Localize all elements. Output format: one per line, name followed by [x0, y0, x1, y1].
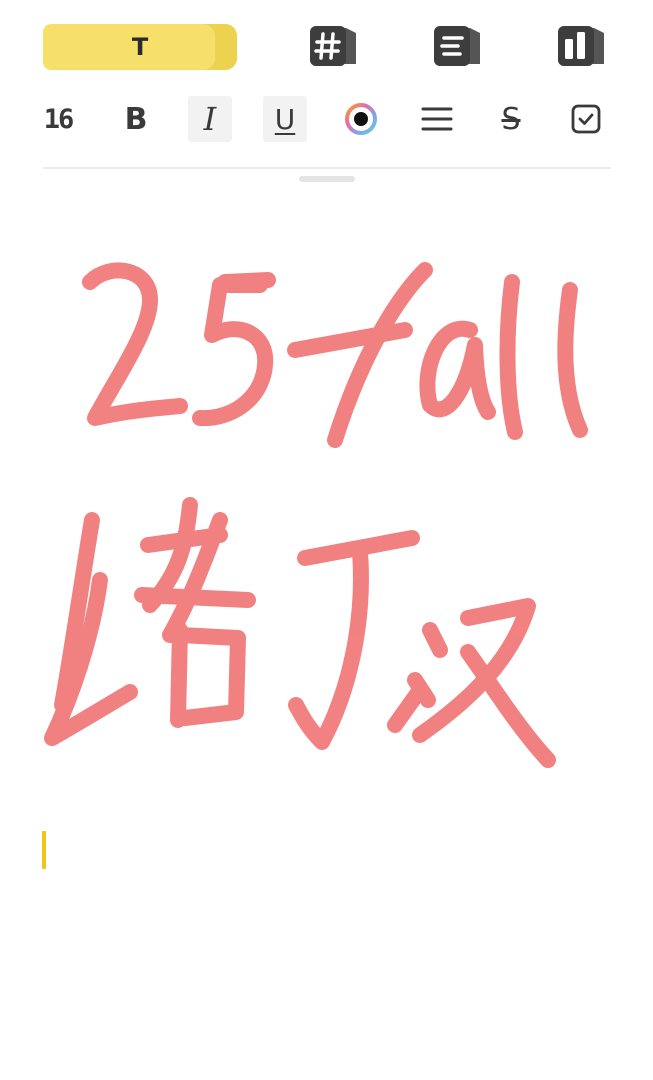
font-size-button[interactable]: 16 — [36, 96, 80, 142]
list-icon — [434, 26, 480, 66]
format-toolbar: 16 B I U S — [0, 96, 653, 146]
align-icon — [421, 107, 453, 131]
hash-icon — [310, 26, 356, 66]
align-button[interactable] — [415, 96, 459, 142]
checkbox-button[interactable] — [564, 96, 608, 142]
color-picker-icon — [345, 103, 377, 135]
underline-button[interactable]: U — [263, 96, 307, 142]
strikethrough-button[interactable]: S — [489, 96, 533, 142]
drawing-canvas[interactable] — [0, 190, 653, 810]
list-block-button[interactable] — [432, 24, 484, 68]
ink-strokes — [44, 262, 588, 768]
color-picker-button[interactable] — [339, 96, 383, 142]
drag-handle[interactable] — [299, 176, 355, 182]
handwritten-ink — [44, 262, 588, 768]
bold-button[interactable]: B — [114, 96, 158, 142]
hashtag-block-button[interactable] — [308, 24, 360, 68]
columns-icon — [558, 26, 604, 66]
checkbox-icon — [571, 104, 601, 134]
italic-button[interactable]: I — [188, 96, 232, 142]
toolbar-divider — [43, 167, 611, 169]
columns-block-button[interactable] — [556, 24, 608, 68]
block-toolbar: T — [0, 0, 653, 92]
text-block-button[interactable]: T — [43, 24, 237, 70]
text-caret — [42, 831, 46, 869]
